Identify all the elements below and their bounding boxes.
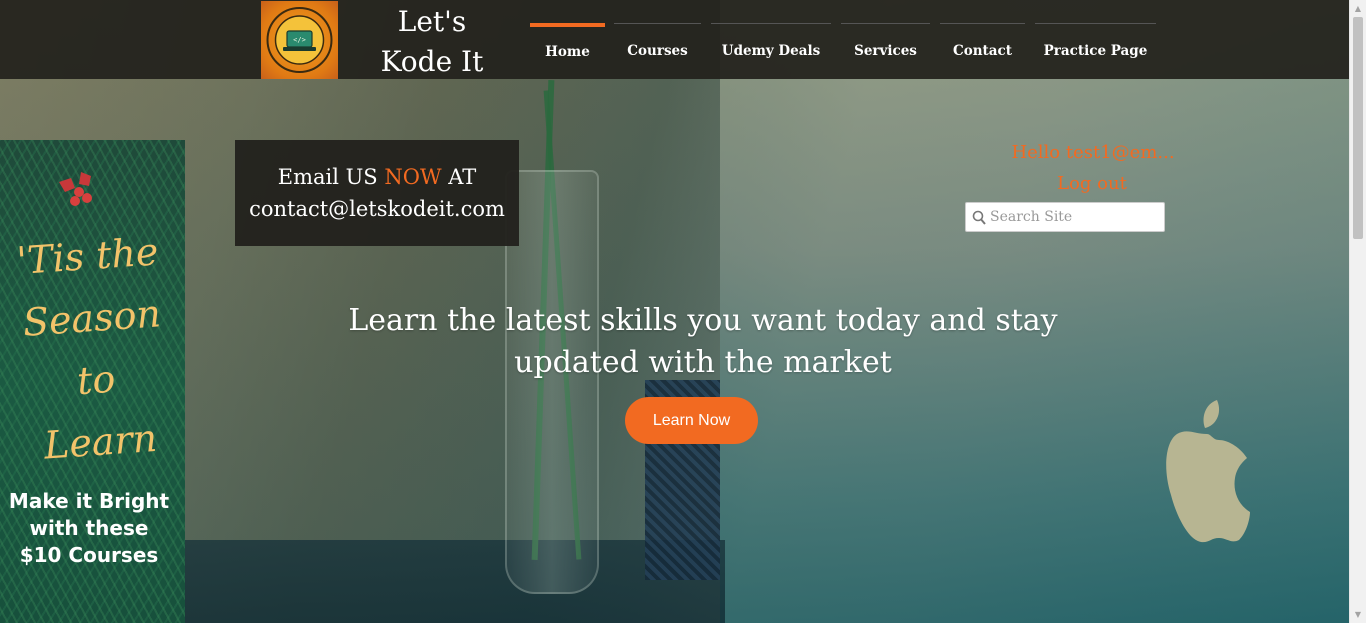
- scroll-up-arrow-icon[interactable]: ▲: [1350, 0, 1366, 17]
- brand-name[interactable]: Let's Kode It: [372, 2, 492, 82]
- user-greeting[interactable]: Hello test1@em...: [1000, 141, 1186, 165]
- page-scrollbar[interactable]: ▲ ▼: [1349, 0, 1366, 623]
- search-icon: [972, 210, 986, 225]
- email-highlight: NOW: [384, 165, 442, 189]
- email-prefix: Email US: [277, 165, 385, 189]
- promo-subtext: Make it Bright with these $10 Courses: [0, 488, 178, 569]
- holiday-promo-banner[interactable]: 'Tis the Season to Learn Make it Bright …: [0, 140, 185, 623]
- hero-line-1: Learn the latest skills you want today a…: [348, 303, 1058, 338]
- hero-line-2: updated with the market: [514, 345, 892, 380]
- background-table: [185, 540, 725, 623]
- email-headline: Email US NOW AT: [235, 161, 519, 193]
- email-contact-box: Email US NOW AT contact@letskodeit.com: [235, 140, 519, 246]
- brand-line-2: Kode It: [380, 45, 484, 78]
- logout-link[interactable]: Log out: [1040, 172, 1144, 196]
- logo-emblem-icon: </>: [266, 7, 333, 73]
- search-input[interactable]: [988, 203, 1162, 231]
- scroll-down-arrow-icon[interactable]: ▼: [1350, 606, 1366, 623]
- promo-sub-line-3: $10 Courses: [19, 543, 159, 567]
- search-box[interactable]: [965, 202, 1165, 232]
- hero-headline: Learn the latest skills you want today a…: [340, 300, 1066, 384]
- brand-line-1: Let's: [397, 5, 467, 38]
- svg-text:</>: </>: [293, 36, 306, 44]
- nav-home[interactable]: Home: [530, 23, 605, 78]
- scrollbar-thumb[interactable]: [1353, 17, 1363, 239]
- email-address: contact@letskodeit.com: [249, 197, 505, 221]
- holly-icon: [59, 172, 92, 206]
- nav-practice-page[interactable]: Practice Page: [1035, 23, 1156, 78]
- promo-headline: 'Tis the Season to Learn: [6, 220, 183, 479]
- promo-line-2: Season: [21, 291, 163, 345]
- site-header: </> Let's Kode It Home Courses Udemy Dea…: [0, 0, 1349, 79]
- page: </> Let's Kode It Home Courses Udemy Dea…: [0, 0, 1366, 623]
- nav-courses[interactable]: Courses: [614, 23, 701, 78]
- learn-now-button[interactable]: Learn Now: [625, 397, 758, 444]
- site-logo[interactable]: </>: [261, 1, 338, 79]
- nav-udemy-deals[interactable]: Udemy Deals: [711, 23, 831, 78]
- email-suffix: AT: [441, 165, 477, 189]
- promo-line-3: to Learn: [42, 356, 159, 468]
- nav-services[interactable]: Services: [841, 23, 930, 78]
- nav-contact[interactable]: Contact: [940, 23, 1025, 78]
- promo-sub-line-2: with these: [29, 516, 149, 540]
- apple-logo-image: [1165, 400, 1250, 549]
- promo-line-1: 'Tis the: [15, 229, 160, 284]
- promo-sub-line-1: Make it Bright: [8, 489, 170, 513]
